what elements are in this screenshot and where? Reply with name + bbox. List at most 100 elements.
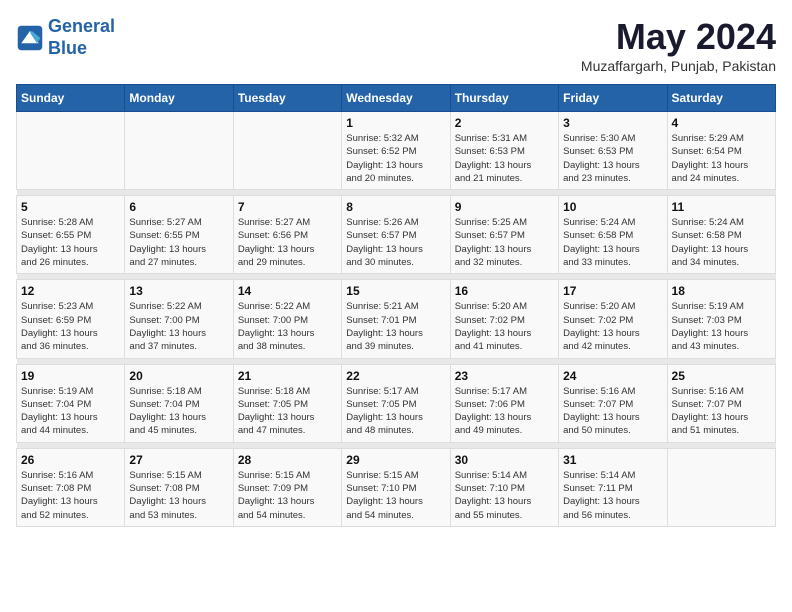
day-info: Sunrise: 5:18 AM Sunset: 7:05 PM Dayligh…	[238, 385, 337, 438]
day-info: Sunrise: 5:30 AM Sunset: 6:53 PM Dayligh…	[563, 132, 662, 185]
logo-line1: General	[48, 16, 115, 36]
logo-line2: Blue	[48, 38, 87, 58]
day-number: 26	[21, 453, 120, 467]
calendar-cell: 23 Sunrise: 5:17 AM Sunset: 7:06 PM Dayli…	[450, 364, 558, 442]
calendar-cell: 8Sunrise: 5:26 AM Sunset: 6:57 PM Daylig…	[342, 196, 450, 274]
day-info: Sunrise: 5:18 AM Sunset: 7:04 PM Dayligh…	[129, 385, 228, 438]
calendar-cell: 31Sunrise: 5:14 AM Sunset: 7:11 PM Dayli…	[559, 448, 667, 526]
calendar-cell: 28Sunrise: 5:15 AM Sunset: 7:09 PM Dayli…	[233, 448, 341, 526]
weekday-header-saturday: Saturday	[667, 85, 775, 112]
calendar-cell: 30Sunrise: 5:14 AM Sunset: 7:10 PM Dayli…	[450, 448, 558, 526]
calendar-week-row: 19 Sunrise: 5:19 AM Sunset: 7:04 PM Dayli…	[17, 364, 776, 442]
calendar-cell: 21Sunrise: 5:18 AM Sunset: 7:05 PM Dayli…	[233, 364, 341, 442]
day-number: 11	[672, 200, 771, 214]
day-number: 4	[672, 116, 771, 130]
day-number: 24	[563, 369, 662, 383]
page-header: General Blue May 2024 Muzaffargarh, Punj…	[16, 16, 776, 74]
calendar-cell: 24 Sunrise: 5:16 AM Sunset: 7:07 PM Dayli…	[559, 364, 667, 442]
day-number: 9	[455, 200, 554, 214]
title-block: May 2024 Muzaffargarh, Punjab, Pakistan	[581, 16, 776, 74]
day-number: 5	[21, 200, 120, 214]
day-number: 19	[21, 369, 120, 383]
calendar-cell: 12Sunrise: 5:23 AM Sunset: 6:59 PM Dayli…	[17, 280, 125, 358]
day-info: Sunrise: 5:17 AM Sunset: 7:05 PM Dayligh…	[346, 385, 445, 438]
day-info: Sunrise: 5:20 AM Sunset: 7:02 PM Dayligh…	[455, 300, 554, 353]
day-info: Sunrise: 5:27 AM Sunset: 6:56 PM Dayligh…	[238, 216, 337, 269]
logo: General Blue	[16, 16, 115, 59]
day-info: Sunrise: 5:23 AM Sunset: 6:59 PM Dayligh…	[21, 300, 120, 353]
logo-text: General Blue	[48, 16, 115, 59]
calendar-cell: 5 Sunrise: 5:28 AM Sunset: 6:55 PM Daylig…	[17, 196, 125, 274]
calendar-cell: 13 Sunrise: 5:22 AM Sunset: 7:00 PM Dayli…	[125, 280, 233, 358]
day-number: 30	[455, 453, 554, 467]
calendar-cell: 7 Sunrise: 5:27 AM Sunset: 6:56 PM Daylig…	[233, 196, 341, 274]
calendar-table: SundayMondayTuesdayWednesdayThursdayFrid…	[16, 84, 776, 527]
calendar-cell: 20 Sunrise: 5:18 AM Sunset: 7:04 PM Dayli…	[125, 364, 233, 442]
day-info: Sunrise: 5:19 AM Sunset: 7:03 PM Dayligh…	[672, 300, 771, 353]
calendar-cell: 22 Sunrise: 5:17 AM Sunset: 7:05 PM Dayli…	[342, 364, 450, 442]
weekday-header-tuesday: Tuesday	[233, 85, 341, 112]
day-info: Sunrise: 5:32 AM Sunset: 6:52 PM Dayligh…	[346, 132, 445, 185]
day-number: 7	[238, 200, 337, 214]
calendar-cell: 3 Sunrise: 5:30 AM Sunset: 6:53 PM Daylig…	[559, 112, 667, 190]
day-number: 16	[455, 284, 554, 298]
logo-icon	[16, 24, 44, 52]
day-number: 25	[672, 369, 771, 383]
day-number: 1	[346, 116, 445, 130]
calendar-cell: 11 Sunrise: 5:24 AM Sunset: 6:58 PM Dayli…	[667, 196, 775, 274]
day-number: 20	[129, 369, 228, 383]
day-number: 22	[346, 369, 445, 383]
day-number: 14	[238, 284, 337, 298]
calendar-week-row: 12Sunrise: 5:23 AM Sunset: 6:59 PM Dayli…	[17, 280, 776, 358]
day-number: 2	[455, 116, 554, 130]
weekday-header-row: SundayMondayTuesdayWednesdayThursdayFrid…	[17, 85, 776, 112]
day-number: 6	[129, 200, 228, 214]
weekday-header-wednesday: Wednesday	[342, 85, 450, 112]
calendar-cell	[667, 448, 775, 526]
calendar-cell: 25 Sunrise: 5:16 AM Sunset: 7:07 PM Dayli…	[667, 364, 775, 442]
calendar-cell	[233, 112, 341, 190]
month-title: May 2024	[581, 16, 776, 58]
weekday-header-sunday: Sunday	[17, 85, 125, 112]
day-number: 17	[563, 284, 662, 298]
day-number: 23	[455, 369, 554, 383]
day-number: 28	[238, 453, 337, 467]
calendar-cell: 10Sunrise: 5:24 AM Sunset: 6:58 PM Dayli…	[559, 196, 667, 274]
calendar-cell: 1 Sunrise: 5:32 AM Sunset: 6:52 PM Daylig…	[342, 112, 450, 190]
day-info: Sunrise: 5:16 AM Sunset: 7:07 PM Dayligh…	[672, 385, 771, 438]
day-info: Sunrise: 5:16 AM Sunset: 7:07 PM Dayligh…	[563, 385, 662, 438]
day-number: 18	[672, 284, 771, 298]
calendar-cell: 2 Sunrise: 5:31 AM Sunset: 6:53 PM Daylig…	[450, 112, 558, 190]
day-info: Sunrise: 5:15 AM Sunset: 7:08 PM Dayligh…	[129, 469, 228, 522]
calendar-cell	[17, 112, 125, 190]
calendar-cell: 29Sunrise: 5:15 AM Sunset: 7:10 PM Dayli…	[342, 448, 450, 526]
calendar-cell: 17 Sunrise: 5:20 AM Sunset: 7:02 PM Dayli…	[559, 280, 667, 358]
day-info: Sunrise: 5:24 AM Sunset: 6:58 PM Dayligh…	[672, 216, 771, 269]
calendar-cell: 15Sunrise: 5:21 AM Sunset: 7:01 PM Dayli…	[342, 280, 450, 358]
day-info: Sunrise: 5:17 AM Sunset: 7:06 PM Dayligh…	[455, 385, 554, 438]
day-info: Sunrise: 5:16 AM Sunset: 7:08 PM Dayligh…	[21, 469, 120, 522]
day-info: Sunrise: 5:28 AM Sunset: 6:55 PM Dayligh…	[21, 216, 120, 269]
weekday-header-monday: Monday	[125, 85, 233, 112]
calendar-cell	[125, 112, 233, 190]
day-number: 3	[563, 116, 662, 130]
calendar-cell: 9 Sunrise: 5:25 AM Sunset: 6:57 PM Daylig…	[450, 196, 558, 274]
calendar-cell: 16 Sunrise: 5:20 AM Sunset: 7:02 PM Dayli…	[450, 280, 558, 358]
day-info: Sunrise: 5:26 AM Sunset: 6:57 PM Dayligh…	[346, 216, 445, 269]
day-info: Sunrise: 5:20 AM Sunset: 7:02 PM Dayligh…	[563, 300, 662, 353]
day-number: 31	[563, 453, 662, 467]
calendar-cell: 18 Sunrise: 5:19 AM Sunset: 7:03 PM Dayli…	[667, 280, 775, 358]
calendar-cell: 6Sunrise: 5:27 AM Sunset: 6:55 PM Daylig…	[125, 196, 233, 274]
calendar-week-row: 1 Sunrise: 5:32 AM Sunset: 6:52 PM Daylig…	[17, 112, 776, 190]
day-number: 10	[563, 200, 662, 214]
location: Muzaffargarh, Punjab, Pakistan	[581, 58, 776, 74]
day-info: Sunrise: 5:22 AM Sunset: 7:00 PM Dayligh…	[129, 300, 228, 353]
calendar-cell: 19 Sunrise: 5:19 AM Sunset: 7:04 PM Dayli…	[17, 364, 125, 442]
day-number: 13	[129, 284, 228, 298]
calendar-cell: 14Sunrise: 5:22 AM Sunset: 7:00 PM Dayli…	[233, 280, 341, 358]
day-info: Sunrise: 5:19 AM Sunset: 7:04 PM Dayligh…	[21, 385, 120, 438]
calendar-week-row: 5 Sunrise: 5:28 AM Sunset: 6:55 PM Daylig…	[17, 196, 776, 274]
day-info: Sunrise: 5:25 AM Sunset: 6:57 PM Dayligh…	[455, 216, 554, 269]
calendar-cell: 27Sunrise: 5:15 AM Sunset: 7:08 PM Dayli…	[125, 448, 233, 526]
day-info: Sunrise: 5:31 AM Sunset: 6:53 PM Dayligh…	[455, 132, 554, 185]
